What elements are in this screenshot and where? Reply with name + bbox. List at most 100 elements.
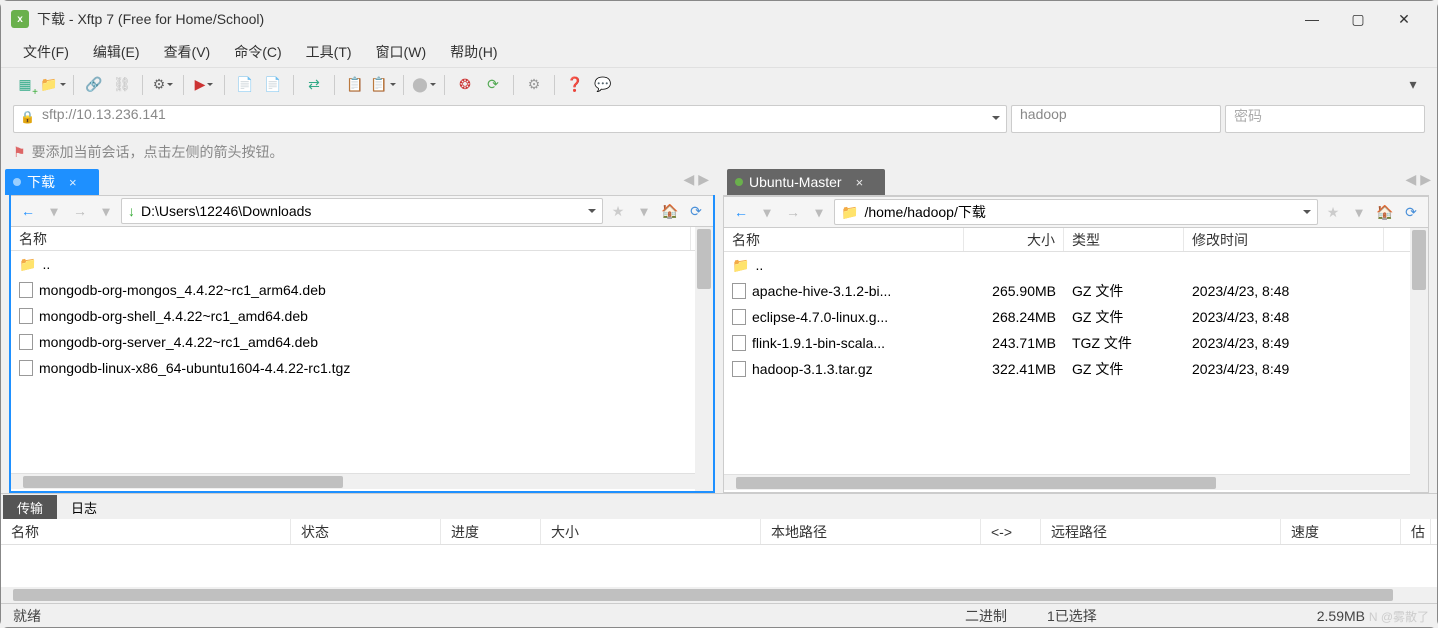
- scroll-thumb[interactable]: [697, 229, 711, 289]
- forward-button[interactable]: →: [69, 200, 91, 222]
- tab-log[interactable]: 日志: [57, 495, 111, 519]
- url-field[interactable]: sftp://10.13.236.141: [13, 105, 1007, 133]
- arrow-right-icon[interactable]: ▶: [698, 171, 709, 188]
- title-bar: x 下载 - Xftp 7 (Free for Home/School) — ▢…: [1, 1, 1437, 37]
- menu-edit[interactable]: 编辑(E): [83, 38, 150, 66]
- password-field[interactable]: 密码: [1225, 105, 1425, 133]
- settings-icon[interactable]: ⚙: [151, 73, 175, 97]
- maximize-button[interactable]: ▢: [1335, 3, 1381, 35]
- menu-help[interactable]: 帮助(H): [440, 38, 507, 66]
- right-path-field[interactable]: 📁 /home/hadoop/下载: [834, 199, 1318, 225]
- tab-remote-ubuntu[interactable]: Ubuntu-Master ×: [727, 169, 885, 195]
- star-dropdown[interactable]: ▾: [1348, 201, 1370, 223]
- list-item[interactable]: mongodb-linux-x86_64-ubuntu1604-4.4.22-r…: [11, 355, 713, 381]
- tcol-size[interactable]: 大小: [541, 519, 761, 544]
- menu-window[interactable]: 窗口(W): [366, 38, 437, 66]
- col-name[interactable]: 名称: [724, 228, 964, 251]
- v-scrollbar[interactable]: [695, 227, 713, 491]
- copy-icon[interactable]: 📋: [371, 73, 395, 97]
- star-dropdown[interactable]: ▾: [633, 200, 655, 222]
- chat-icon[interactable]: 💬: [591, 73, 615, 97]
- menu-view[interactable]: 查看(V): [154, 38, 221, 66]
- h-scrollbar[interactable]: [11, 473, 713, 489]
- menu-command[interactable]: 命令(C): [224, 38, 291, 66]
- unlink-icon[interactable]: ⛓: [110, 73, 134, 97]
- col-name[interactable]: 名称: [11, 227, 691, 250]
- col-size[interactable]: 大小: [964, 228, 1064, 251]
- tcol-status[interactable]: 状态: [291, 519, 441, 544]
- list-item[interactable]: hadoop-3.1.3.tar.gz 322.41MB GZ 文件 2023/…: [724, 356, 1428, 382]
- back-button[interactable]: ←: [730, 201, 752, 223]
- tab-local-downloads[interactable]: 下载 ×: [5, 169, 99, 195]
- swap-icon[interactable]: ⇄: [302, 73, 326, 97]
- list-item[interactable]: flink-1.9.1-bin-scala... 243.71MB TGZ 文件…: [724, 330, 1428, 356]
- col-type[interactable]: 类型: [1064, 228, 1184, 251]
- scroll-thumb[interactable]: [23, 476, 343, 488]
- star-icon[interactable]: ★: [1322, 201, 1344, 223]
- doc2-icon[interactable]: 📄: [261, 73, 285, 97]
- h-scrollbar[interactable]: [724, 474, 1428, 490]
- right-file-list[interactable]: 📁.. apache-hive-3.1.2-bi... 265.90MB GZ …: [724, 252, 1428, 474]
- list-item[interactable]: mongodb-org-server_4.4.22~rc1_amd64.deb: [11, 329, 713, 355]
- scroll-thumb[interactable]: [736, 477, 1216, 489]
- swirl-icon[interactable]: ❂: [453, 73, 477, 97]
- star-icon[interactable]: ★: [607, 200, 629, 222]
- tcol-direction[interactable]: <->: [981, 519, 1041, 544]
- back-dropdown[interactable]: ▾: [43, 200, 65, 222]
- menu-file[interactable]: 文件(F): [13, 38, 79, 66]
- username-field[interactable]: hadoop: [1011, 105, 1221, 133]
- list-item[interactable]: apache-hive-3.1.2-bi... 265.90MB GZ 文件 2…: [724, 278, 1428, 304]
- doc-icon[interactable]: 📄: [233, 73, 257, 97]
- overflow-icon[interactable]: ▾: [1401, 73, 1425, 97]
- minimize-button[interactable]: —: [1289, 3, 1335, 35]
- clipboard-icon[interactable]: 📋: [343, 73, 367, 97]
- chevron-down-icon[interactable]: [992, 116, 1000, 124]
- v-scrollbar[interactable]: [1410, 228, 1428, 492]
- close-icon[interactable]: ×: [69, 175, 77, 190]
- open-session-icon[interactable]: 📁: [41, 73, 65, 97]
- tcol-remotepath[interactable]: 远程路径: [1041, 519, 1281, 544]
- refresh-icon[interactable]: ⟳: [1400, 201, 1422, 223]
- close-icon[interactable]: ×: [856, 175, 864, 190]
- new-session-icon[interactable]: ▦+: [13, 73, 37, 97]
- home-icon[interactable]: 🏠: [1374, 201, 1396, 223]
- close-button[interactable]: ✕: [1381, 3, 1427, 35]
- help-icon[interactable]: ❓: [563, 73, 587, 97]
- arrow-right-icon[interactable]: ▶: [1420, 171, 1431, 188]
- parent-folder[interactable]: 📁..: [724, 252, 1428, 278]
- chevron-down-icon[interactable]: [1303, 210, 1311, 218]
- forward-button[interactable]: →: [782, 201, 804, 223]
- tcol-est[interactable]: 估: [1401, 519, 1431, 544]
- refresh-icon[interactable]: ⟳: [685, 200, 707, 222]
- refresh-icon[interactable]: ⟳: [481, 73, 505, 97]
- forward-dropdown[interactable]: ▾: [808, 201, 830, 223]
- left-file-list[interactable]: 📁.. mongodb-org-mongos_4.4.22~rc1_arm64.…: [11, 251, 713, 473]
- forward-dropdown[interactable]: ▾: [95, 200, 117, 222]
- arrow-left-icon[interactable]: ◀: [683, 171, 694, 188]
- link-icon[interactable]: 🔗: [82, 73, 106, 97]
- arrow-left-icon[interactable]: ◀: [1405, 171, 1416, 188]
- chevron-down-icon[interactable]: [588, 209, 596, 217]
- tcol-name[interactable]: 名称: [1, 519, 291, 544]
- menu-tools[interactable]: 工具(T): [296, 38, 362, 66]
- stop-icon[interactable]: ⬤: [412, 73, 436, 97]
- list-item[interactable]: mongodb-org-mongos_4.4.22~rc1_arm64.deb: [11, 277, 713, 303]
- tcol-progress[interactable]: 进度: [441, 519, 541, 544]
- back-dropdown[interactable]: ▾: [756, 201, 778, 223]
- parent-folder[interactable]: 📁..: [11, 251, 713, 277]
- transfer-h-scrollbar[interactable]: [1, 587, 1437, 603]
- tcol-speed[interactable]: 速度: [1281, 519, 1401, 544]
- gear-icon[interactable]: ⚙: [522, 73, 546, 97]
- list-item[interactable]: eclipse-4.7.0-linux.g... 268.24MB GZ 文件 …: [724, 304, 1428, 330]
- scroll-thumb[interactable]: [13, 589, 1393, 601]
- transfer-list[interactable]: [1, 545, 1437, 587]
- back-button[interactable]: ←: [17, 200, 39, 222]
- col-mtime[interactable]: 修改时间: [1184, 228, 1384, 251]
- left-path-field[interactable]: ↓ D:\Users\12246\Downloads: [121, 198, 603, 224]
- tcol-localpath[interactable]: 本地路径: [761, 519, 981, 544]
- home-icon[interactable]: 🏠: [659, 200, 681, 222]
- scroll-thumb[interactable]: [1412, 230, 1426, 290]
- play-icon[interactable]: ▶: [192, 73, 216, 97]
- tab-transfer[interactable]: 传输: [3, 495, 57, 519]
- list-item[interactable]: mongodb-org-shell_4.4.22~rc1_amd64.deb: [11, 303, 713, 329]
